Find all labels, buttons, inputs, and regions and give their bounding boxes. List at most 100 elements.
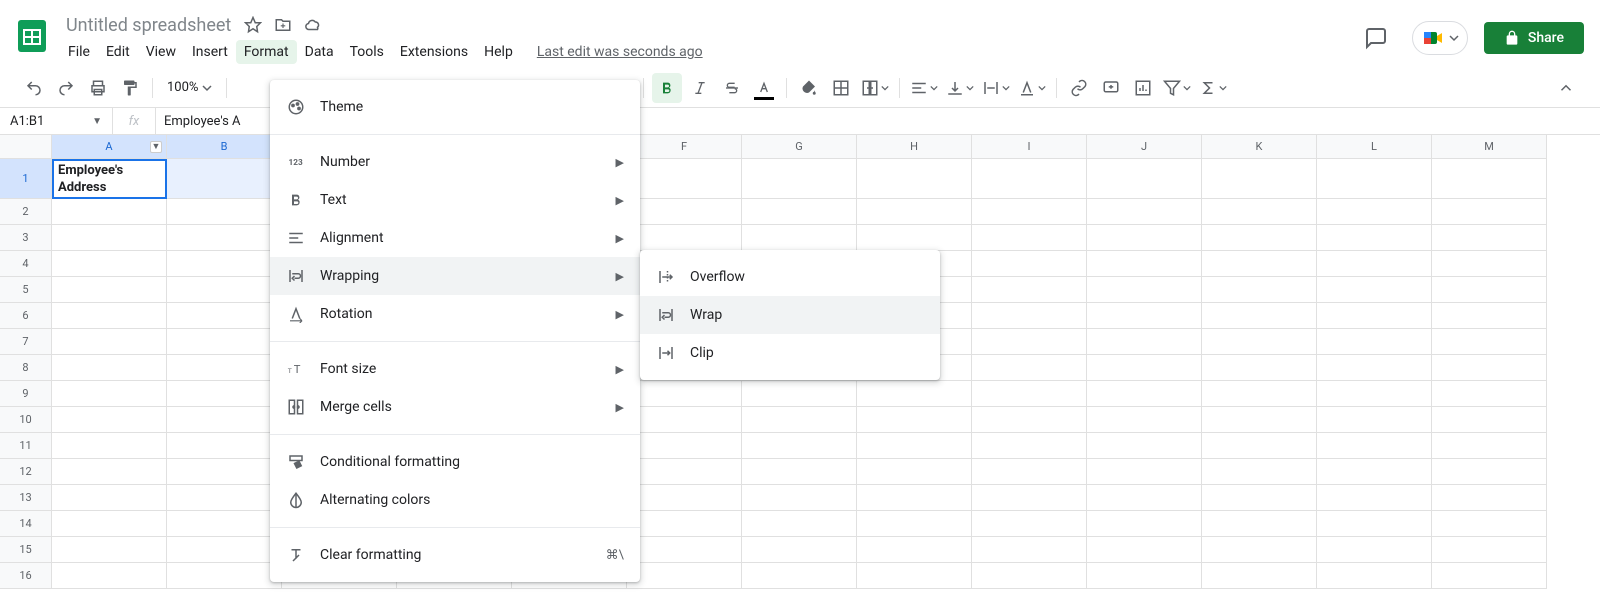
menu-insert[interactable]: Insert — [184, 40, 236, 64]
cell[interactable] — [1202, 329, 1317, 355]
col-header[interactable]: L — [1317, 135, 1432, 159]
cell[interactable] — [972, 251, 1087, 277]
row-header[interactable]: 14 — [0, 511, 52, 537]
cell[interactable] — [1317, 277, 1432, 303]
cell[interactable] — [1317, 485, 1432, 511]
cell[interactable] — [167, 381, 282, 407]
cell[interactable] — [1432, 563, 1547, 589]
row-header[interactable]: 5 — [0, 277, 52, 303]
cell[interactable] — [52, 329, 167, 355]
cell[interactable] — [972, 303, 1087, 329]
col-header[interactable]: K — [1202, 135, 1317, 159]
cell[interactable] — [1432, 251, 1547, 277]
col-header-a[interactable]: A▼ — [52, 135, 167, 159]
cell[interactable] — [1202, 485, 1317, 511]
menu-alternating-colors[interactable]: Alternating colors — [270, 481, 640, 519]
cell[interactable] — [627, 537, 742, 563]
menu-extensions[interactable]: Extensions — [392, 40, 476, 64]
cell[interactable] — [1317, 407, 1432, 433]
row-header[interactable]: 13 — [0, 485, 52, 511]
cell[interactable] — [627, 159, 742, 199]
cell[interactable] — [1087, 511, 1202, 537]
merge-button[interactable] — [859, 74, 891, 102]
cell[interactable] — [167, 433, 282, 459]
strikethrough-button[interactable] — [718, 74, 746, 102]
cell[interactable] — [972, 355, 1087, 381]
insert-comment-button[interactable] — [1097, 74, 1125, 102]
row-header[interactable]: 2 — [0, 199, 52, 225]
sheets-logo[interactable] — [12, 16, 52, 56]
cell[interactable] — [857, 225, 972, 251]
cell[interactable] — [1317, 159, 1432, 199]
cell[interactable] — [1317, 251, 1432, 277]
cell[interactable] — [1087, 381, 1202, 407]
cell[interactable] — [1087, 251, 1202, 277]
cell[interactable] — [742, 433, 857, 459]
cell[interactable] — [1317, 537, 1432, 563]
cell[interactable] — [627, 511, 742, 537]
cell[interactable] — [1432, 381, 1547, 407]
cell[interactable] — [1432, 485, 1547, 511]
cell[interactable] — [1087, 407, 1202, 433]
cell[interactable] — [167, 251, 282, 277]
cell[interactable] — [1202, 251, 1317, 277]
menu-alignment[interactable]: Alignment ▶ — [270, 219, 640, 257]
cell[interactable] — [167, 485, 282, 511]
cell[interactable] — [1087, 225, 1202, 251]
row-header[interactable]: 4 — [0, 251, 52, 277]
submenu-wrap[interactable]: Wrap — [640, 296, 940, 334]
row-header[interactable]: 7 — [0, 329, 52, 355]
col-header[interactable]: H — [857, 135, 972, 159]
cell[interactable] — [1432, 407, 1547, 433]
menu-text[interactable]: Text ▶ — [270, 181, 640, 219]
cell[interactable] — [627, 225, 742, 251]
cell[interactable] — [972, 159, 1087, 199]
cell[interactable] — [857, 407, 972, 433]
menu-format[interactable]: Format — [236, 40, 297, 64]
cell[interactable] — [627, 459, 742, 485]
cell[interactable] — [857, 199, 972, 225]
cell[interactable] — [972, 563, 1087, 589]
cell[interactable] — [1317, 199, 1432, 225]
cell[interactable] — [627, 485, 742, 511]
cell[interactable] — [857, 537, 972, 563]
cell[interactable] — [972, 277, 1087, 303]
cell[interactable] — [972, 381, 1087, 407]
cell[interactable] — [52, 225, 167, 251]
row-header[interactable]: 3 — [0, 225, 52, 251]
cell[interactable] — [1087, 277, 1202, 303]
cell[interactable] — [1432, 303, 1547, 329]
star-icon[interactable] — [243, 15, 263, 35]
menu-wrapping[interactable]: Wrapping ▶ — [270, 257, 640, 295]
menu-tools[interactable]: Tools — [342, 40, 392, 64]
cell[interactable] — [1202, 407, 1317, 433]
cell[interactable] — [627, 563, 742, 589]
cell[interactable] — [972, 199, 1087, 225]
comments-icon[interactable] — [1356, 18, 1396, 58]
cell[interactable] — [1317, 355, 1432, 381]
submenu-overflow[interactable]: Overflow — [640, 258, 940, 296]
cell[interactable] — [742, 459, 857, 485]
cell[interactable] — [52, 459, 167, 485]
cell[interactable] — [167, 459, 282, 485]
cell[interactable] — [1202, 563, 1317, 589]
submenu-clip[interactable]: Clip — [640, 334, 940, 372]
cell[interactable] — [1432, 459, 1547, 485]
cloud-icon[interactable] — [303, 15, 323, 35]
cell[interactable] — [627, 199, 742, 225]
cell[interactable] — [52, 381, 167, 407]
cell[interactable] — [1317, 511, 1432, 537]
paint-format-button[interactable] — [116, 74, 144, 102]
cell[interactable] — [167, 303, 282, 329]
text-wrap-button[interactable] — [980, 74, 1012, 102]
menu-font-size[interactable]: TT Font size ▶ — [270, 350, 640, 388]
filter-button[interactable] — [1161, 74, 1193, 102]
menu-number[interactable]: 123 Number ▶ — [270, 143, 640, 181]
cell[interactable] — [1202, 159, 1317, 199]
cell[interactable] — [972, 511, 1087, 537]
menu-data[interactable]: Data — [297, 40, 342, 64]
cell[interactable] — [1317, 303, 1432, 329]
cell[interactable] — [1432, 537, 1547, 563]
cell[interactable] — [52, 563, 167, 589]
cell[interactable] — [1202, 537, 1317, 563]
